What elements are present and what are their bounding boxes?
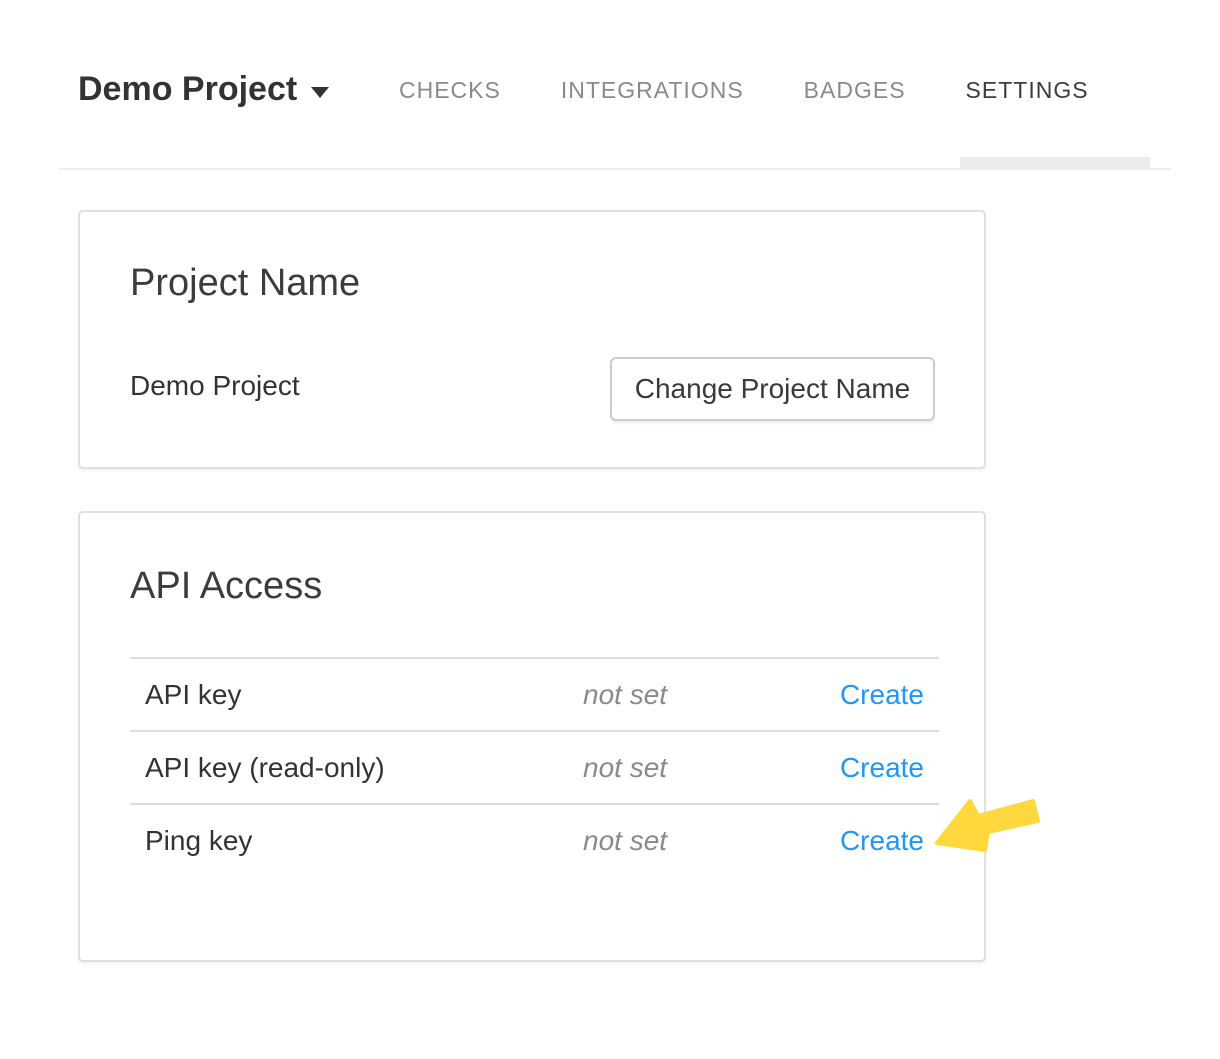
api-access-card: API Access API key not set Create API ke… <box>78 511 986 962</box>
tab-checks[interactable]: CHECKS <box>399 77 501 104</box>
caret-down-icon <box>311 87 329 98</box>
project-title-label: Demo Project <box>78 70 297 109</box>
api-key-read-only-create-link[interactable]: Create <box>840 752 939 784</box>
ping-key-value: not set <box>583 825 840 857</box>
api-access-heading: API Access <box>130 565 322 608</box>
table-row-api-key-read-only: API key (read-only) not set Create <box>130 730 939 803</box>
ping-key-label: Ping key <box>130 825 583 857</box>
change-project-name-button[interactable]: Change Project Name <box>610 357 935 421</box>
tab-integrations[interactable]: INTEGRATIONS <box>561 77 744 104</box>
ping-key-create-link[interactable]: Create <box>840 825 939 857</box>
project-name-heading: Project Name <box>130 262 360 305</box>
current-project-name: Demo Project <box>130 370 300 402</box>
nav-divider <box>59 168 1171 170</box>
api-key-create-link[interactable]: Create <box>840 679 939 711</box>
project-name-card: Project Name Demo Project Change Project… <box>78 210 986 469</box>
api-key-read-only-label: API key (read-only) <box>130 752 583 784</box>
api-key-read-only-value: not set <box>583 752 840 784</box>
tab-badges[interactable]: BADGES <box>804 77 906 104</box>
tab-settings[interactable]: SETTINGS <box>966 77 1089 104</box>
project-switcher[interactable]: Demo Project <box>78 70 329 109</box>
api-key-value: not set <box>583 679 840 711</box>
api-keys-table: API key not set Create API key (read-onl… <box>130 657 939 876</box>
table-row-api-key: API key not set Create <box>130 657 939 730</box>
main-nav: CHECKS INTEGRATIONS BADGES SETTINGS <box>399 77 1089 104</box>
table-row-ping-key: Ping key not set Create <box>130 803 939 876</box>
api-key-label: API key <box>130 679 583 711</box>
